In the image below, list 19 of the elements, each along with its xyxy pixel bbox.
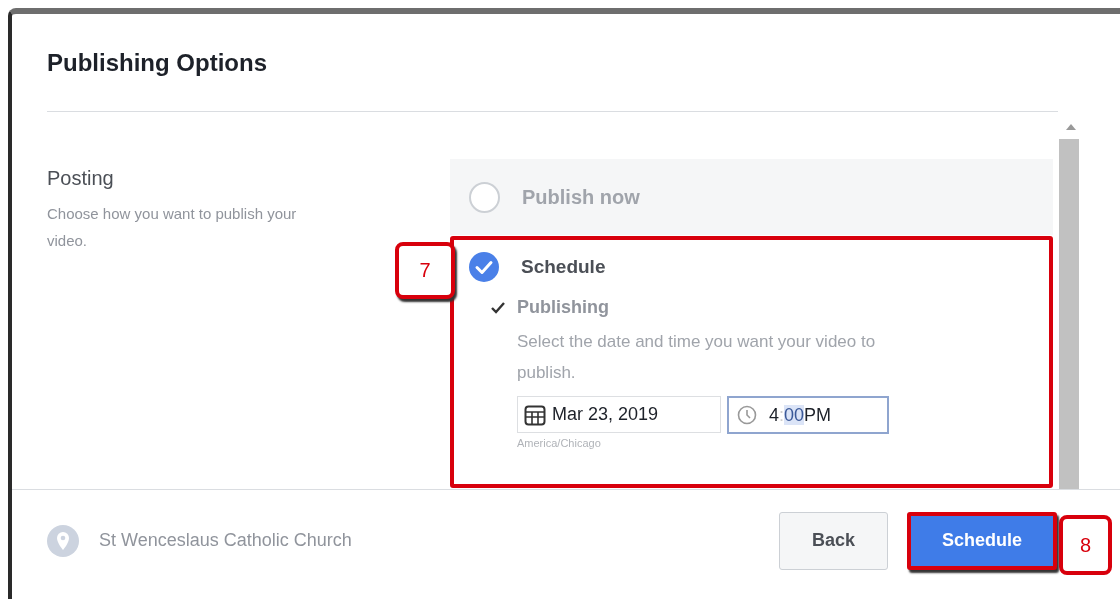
- radio-button[interactable]: [469, 181, 500, 213]
- location-pin-icon: [47, 524, 79, 557]
- step-badge: 7: [395, 242, 455, 299]
- hint-text: Select the date and time you want your video to publish.: [517, 331, 877, 384]
- back-button[interactable]: Back: [779, 511, 888, 570]
- calendar-icon: [524, 403, 546, 426]
- checkbox-label: Publishing: [517, 297, 609, 318]
- section-heading: Posting: [47, 167, 114, 190]
- radio-checked-icon[interactable]: [469, 252, 499, 282]
- location-text: St Wenceslaus Catholic Church: [99, 530, 352, 551]
- section-description: Choose how you want to publish your video.: [47, 204, 298, 251]
- date-field[interactable]: Mar 23, 2019: [517, 396, 721, 433]
- clock-icon: [737, 405, 757, 425]
- schedule-button[interactable]: Schedule: [907, 511, 1057, 570]
- timezone-label: America/Chicago: [517, 437, 601, 449]
- step-badge: 8: [1059, 515, 1112, 575]
- scrollbar[interactable]: [1059, 139, 1079, 489]
- time-field[interactable]: 4:00PM: [727, 396, 889, 434]
- dialog-title: Publishing Options: [47, 48, 267, 77]
